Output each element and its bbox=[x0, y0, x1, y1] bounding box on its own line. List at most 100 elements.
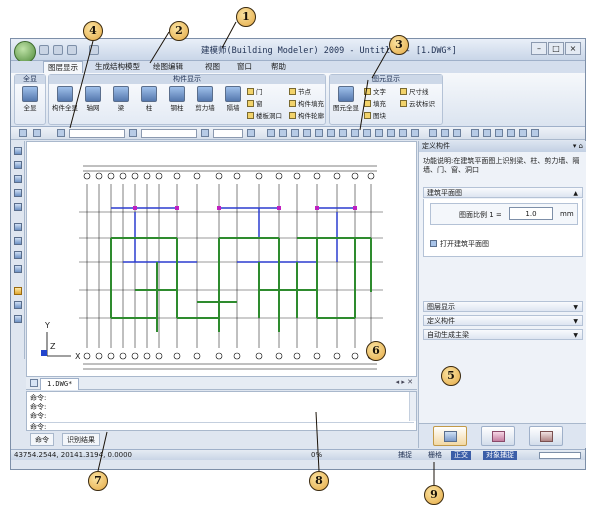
element-all-button[interactable]: 图元全显 bbox=[332, 86, 360, 112]
tool-17-icon[interactable] bbox=[471, 129, 479, 137]
new-icon[interactable] bbox=[53, 45, 63, 55]
mode-plan-button[interactable] bbox=[433, 426, 467, 446]
beam-button[interactable]: 梁 bbox=[108, 86, 134, 112]
tab-recognition-result[interactable]: 识别结果 bbox=[62, 433, 100, 446]
grid-toggle[interactable]: 栅格 bbox=[425, 451, 445, 460]
dimension-display-button[interactable]: 尺寸线 bbox=[400, 87, 429, 97]
zoom-icon[interactable] bbox=[14, 301, 22, 309]
tool-5-icon[interactable] bbox=[315, 129, 323, 137]
maximize-button[interactable]: □ bbox=[548, 42, 564, 55]
tool-8-icon[interactable] bbox=[351, 129, 359, 137]
color-icon[interactable] bbox=[129, 129, 137, 137]
text-display-button[interactable]: 文字 bbox=[364, 87, 386, 97]
block-display-button[interactable]: 图块 bbox=[364, 111, 386, 121]
partition-wall-button[interactable]: 隔墙 bbox=[220, 86, 246, 112]
tool-16-icon[interactable] bbox=[453, 129, 461, 137]
tab-help[interactable]: 帮助 bbox=[267, 61, 290, 73]
section-building-plan[interactable]: 建筑平面图 ▲ bbox=[423, 187, 583, 198]
column-button[interactable]: 柱 bbox=[136, 86, 162, 112]
tool-1-icon[interactable] bbox=[267, 129, 275, 137]
document-tab[interactable]: 1.DWG* bbox=[40, 378, 80, 390]
tab-view[interactable]: 视图 bbox=[201, 61, 224, 73]
tool-12-icon[interactable] bbox=[399, 129, 407, 137]
show-all-button[interactable]: 全显 bbox=[17, 86, 43, 112]
mode-model-button[interactable] bbox=[481, 426, 515, 446]
axis-bubble bbox=[215, 352, 223, 360]
document-nav[interactable]: ◂ ▸ ✕ bbox=[396, 378, 413, 386]
component-all-button[interactable]: 构件全显 bbox=[52, 86, 78, 112]
tool-10-icon[interactable] bbox=[375, 129, 383, 137]
drawing-canvas[interactable]: Y X Z bbox=[26, 141, 417, 377]
view-iso-4-icon[interactable] bbox=[14, 265, 22, 273]
pan-icon[interactable] bbox=[14, 287, 22, 295]
tool-13-icon[interactable] bbox=[411, 129, 419, 137]
view-right-icon[interactable] bbox=[14, 189, 22, 197]
ortho-toggle[interactable]: 正交 bbox=[451, 451, 471, 460]
tool-18-icon[interactable] bbox=[483, 129, 491, 137]
steel-column-button[interactable]: 钢柱 bbox=[164, 86, 190, 112]
zoom-window-icon[interactable] bbox=[14, 315, 22, 323]
command-input[interactable]: 命令: bbox=[30, 422, 414, 432]
view-left-icon[interactable] bbox=[14, 175, 22, 183]
snap-toggle[interactable]: 捕捉 bbox=[395, 451, 415, 460]
tool-11-icon[interactable] bbox=[387, 129, 395, 137]
measure-icon[interactable] bbox=[247, 129, 255, 137]
door-button[interactable]: 门 bbox=[247, 87, 263, 97]
tab-drawing-edit[interactable]: 绘图编辑 bbox=[149, 61, 187, 73]
tab-window[interactable]: 窗口 bbox=[233, 61, 256, 73]
layer-select[interactable] bbox=[69, 129, 125, 138]
tool-20-icon[interactable] bbox=[507, 129, 515, 137]
section-auto-main-beam[interactable]: 自动生成主梁 ▼ bbox=[423, 329, 583, 340]
color-select[interactable] bbox=[141, 129, 197, 138]
redo-icon[interactable] bbox=[33, 129, 41, 137]
window-button[interactable]: 窗 bbox=[247, 99, 263, 109]
tab-layer-display[interactable]: 图层显示 bbox=[43, 61, 83, 73]
undo-icon[interactable] bbox=[19, 129, 27, 137]
tool-22-icon[interactable] bbox=[531, 129, 539, 137]
linetype-select[interactable] bbox=[213, 129, 243, 138]
app-menu-button[interactable] bbox=[14, 41, 36, 63]
linetype-icon[interactable] bbox=[201, 129, 209, 137]
tool-6-icon[interactable] bbox=[327, 129, 335, 137]
view-iso-3-icon[interactable] bbox=[14, 251, 22, 259]
tool-2-icon[interactable] bbox=[279, 129, 287, 137]
tool-14-icon[interactable] bbox=[429, 129, 437, 137]
section-layer-display[interactable]: 图层显示 ▼ bbox=[423, 301, 583, 312]
mode-building-button[interactable] bbox=[529, 426, 563, 446]
shear-wall-button[interactable]: 剪力墙 bbox=[192, 86, 218, 112]
tool-7-icon[interactable] bbox=[339, 129, 347, 137]
slab-opening-button[interactable]: 楼板洞口 bbox=[247, 111, 282, 121]
print-icon[interactable] bbox=[89, 45, 99, 55]
component-outline-button[interactable]: 构件轮廓 bbox=[289, 111, 324, 121]
fill-display-button[interactable]: 填充 bbox=[364, 99, 386, 109]
tool-15-icon[interactable] bbox=[441, 129, 449, 137]
scale-input[interactable]: 1.0 bbox=[509, 207, 553, 220]
tool-21-icon[interactable] bbox=[519, 129, 527, 137]
panel-pin-icon[interactable]: ▾ ⌂ bbox=[573, 141, 583, 152]
close-button[interactable]: × bbox=[565, 42, 581, 55]
axis-bubble bbox=[173, 352, 181, 360]
tool-4-icon[interactable] bbox=[303, 129, 311, 137]
layer-icon[interactable] bbox=[57, 129, 65, 137]
tool-3-icon[interactable] bbox=[291, 129, 299, 137]
open-building-plan-link[interactable]: 打开建筑平面图 bbox=[430, 239, 489, 249]
node-button[interactable]: 节点 bbox=[289, 87, 311, 97]
tool-19-icon[interactable] bbox=[495, 129, 503, 137]
tab-command[interactable]: 命令 bbox=[30, 433, 54, 446]
object-snap-toggle[interactable]: 对象捕捉 bbox=[483, 451, 517, 460]
tool-9-icon[interactable] bbox=[363, 129, 371, 137]
axis-grid-button[interactable]: 轴网 bbox=[80, 86, 106, 112]
view-back-icon[interactable] bbox=[14, 203, 22, 211]
view-top-icon[interactable] bbox=[14, 147, 22, 155]
open-icon[interactable] bbox=[67, 45, 77, 55]
section-define-component[interactable]: 定义构件 ▼ bbox=[423, 315, 583, 326]
cloud-mark-button[interactable]: 云状标识 bbox=[400, 99, 435, 109]
minimize-button[interactable]: – bbox=[531, 42, 547, 55]
component-fill-button[interactable]: 构件填充 bbox=[289, 99, 324, 109]
command-scrollbar[interactable] bbox=[409, 392, 416, 421]
view-iso-2-icon[interactable] bbox=[14, 237, 22, 245]
tab-generate-model[interactable]: 生成结构模型 bbox=[91, 61, 144, 73]
save-icon[interactable] bbox=[39, 45, 49, 55]
view-iso-1-icon[interactable] bbox=[14, 223, 22, 231]
view-front-icon[interactable] bbox=[14, 161, 22, 169]
